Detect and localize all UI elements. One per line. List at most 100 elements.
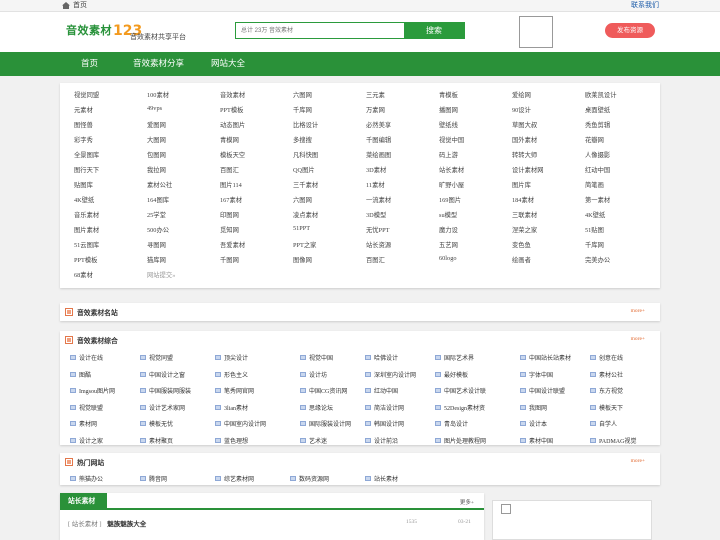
directory-link[interactable]: 百图汇 (220, 165, 239, 174)
home-link[interactable]: 首页 (62, 0, 87, 11)
directory-link[interactable]: 桌面壁纸 (585, 105, 610, 114)
directory-link[interactable]: 千库网 (293, 105, 312, 114)
directory-link[interactable]: 千图网 (220, 255, 239, 264)
site-link[interactable]: 自学人 (590, 419, 617, 428)
directory-link[interactable]: 大图网 (147, 135, 166, 144)
directory-link[interactable]: 转转大师 (512, 150, 537, 159)
hot-site-link[interactable]: 综艺素材网 (215, 474, 254, 483)
directory-link[interactable]: 164图库 (147, 195, 169, 204)
site-link[interactable]: 中国站长站素材 (520, 353, 571, 362)
directory-link[interactable]: 爱绘网 (512, 90, 531, 99)
directory-link[interactable]: 90设计 (512, 105, 531, 114)
directory-link[interactable]: 三元素 (366, 90, 385, 99)
directory-link[interactable]: 图像网 (293, 255, 312, 264)
site-link[interactable]: 中国艺术设计联 (435, 386, 486, 395)
directory-link[interactable]: 100素材 (147, 90, 169, 99)
site-link[interactable]: 视觉同盟 (140, 353, 173, 362)
site-link[interactable]: 最好模板 (435, 370, 468, 379)
hot-site-link[interactable]: 熊猫办公 (70, 474, 103, 483)
directory-link[interactable]: 51PPT (293, 225, 310, 232)
directory-link[interactable]: 多搜搜 (293, 135, 312, 144)
directory-link[interactable]: su模型 (439, 210, 457, 219)
site-link[interactable]: 视觉联盟 (70, 403, 103, 412)
site-link[interactable]: 设计艺术家网 (140, 403, 185, 412)
directory-link[interactable]: 素材公社 (147, 180, 172, 189)
site-link[interactable]: 国际艺术界 (435, 353, 474, 362)
directory-link[interactable]: 猫库网 (147, 255, 166, 264)
site-link[interactable]: 素材聚页 (140, 436, 173, 445)
directory-link[interactable]: 绘画者 (512, 255, 531, 264)
directory-link[interactable]: PPT之家 (293, 240, 316, 249)
site-link[interactable]: Imgsou图片网 (70, 386, 115, 395)
site-link[interactable]: 中国设计之窗 (140, 370, 185, 379)
directory-link[interactable]: 五艺网 (439, 240, 458, 249)
site-link[interactable]: 中国CG资讯网 (300, 386, 347, 395)
directory-link[interactable]: 3D素材 (366, 165, 386, 174)
directory-link[interactable]: 图片库 (512, 180, 531, 189)
directory-link[interactable]: 4K壁纸 (74, 195, 94, 204)
site-link[interactable]: 设计之家 (70, 436, 103, 445)
site-link[interactable]: 我图网 (520, 403, 547, 412)
directory-link[interactable]: 贴图库 (74, 180, 93, 189)
webmaster-more-link[interactable]: 更多+ (460, 498, 474, 506)
directory-link[interactable]: 觅知网 (220, 225, 239, 234)
site-link[interactable]: 青岛设计 (435, 419, 468, 428)
site-link[interactable]: 设计本 (520, 419, 547, 428)
directory-link[interactable]: 万素网 (366, 105, 385, 114)
directory-link[interactable]: 一流素材 (366, 195, 391, 204)
site-link[interactable]: 字体中国 (520, 370, 553, 379)
directory-link[interactable]: 魔力设 (439, 225, 458, 234)
directory-link[interactable]: 模板天空 (220, 150, 245, 159)
site-link[interactable]: 设计坊 (300, 370, 327, 379)
directory-link[interactable]: 49vps (147, 105, 162, 112)
directory-link[interactable]: 六图网 (293, 90, 312, 99)
directory-link[interactable]: 4K壁纸 (585, 210, 605, 219)
site-link[interactable]: 图片处理教程网 (435, 436, 486, 445)
site-link[interactable]: 设计在线 (70, 353, 103, 362)
site-link[interactable]: 东方视觉 (590, 386, 623, 395)
directory-link[interactable]: 我拉网 (147, 165, 166, 174)
search-input[interactable] (236, 23, 404, 38)
directory-link[interactable]: 音乐素材 (74, 210, 99, 219)
directory-link[interactable]: 简笔画 (585, 180, 604, 189)
directory-link[interactable]: 169图片 (439, 195, 461, 204)
directory-link[interactable]: 动态图片 (220, 120, 245, 129)
site-link[interactable]: 模板天下 (590, 403, 623, 412)
directory-link[interactable]: 60logo (439, 255, 457, 262)
directory-link[interactable]: 三联素材 (512, 210, 537, 219)
directory-link[interactable]: 元素材 (74, 105, 93, 114)
directory-link[interactable]: 比格设计 (293, 120, 318, 129)
directory-link[interactable]: 码上游 (439, 150, 458, 159)
directory-link[interactable]: 图行天下 (74, 165, 99, 174)
famous-sites-more-link[interactable]: more+ (631, 308, 645, 314)
directory-link[interactable]: 草图大叔 (512, 120, 537, 129)
site-link[interactable]: 形色主义 (215, 370, 248, 379)
directory-link[interactable]: 壁纸线 (439, 120, 458, 129)
directory-link[interactable]: 必然美享 (366, 120, 391, 129)
hot-sites-more-link[interactable]: more+ (631, 458, 645, 464)
directory-link[interactable]: 设计素材网 (512, 165, 543, 174)
directory-link[interactable]: 三千素材 (293, 180, 318, 189)
directory-link[interactable]: 11素材 (366, 180, 385, 189)
site-link[interactable]: 模板无忧 (140, 419, 173, 428)
directory-link[interactable]: 25学堂 (147, 210, 166, 219)
directory-link[interactable]: 视觉中国 (439, 135, 464, 144)
directory-link[interactable]: 站长资源 (366, 240, 391, 249)
directory-link[interactable]: 吾爱素材 (220, 240, 245, 249)
directory-link[interactable]: PPT模板 (74, 255, 97, 264)
site-link[interactable]: 视觉中国 (300, 353, 333, 362)
directory-link[interactable]: 第一素材 (585, 195, 610, 204)
site-link[interactable]: 笔秀网官网 (215, 386, 254, 395)
directory-link[interactable]: 图片素材 (74, 225, 99, 234)
directory-link[interactable]: 包图网 (147, 150, 166, 159)
search-button[interactable]: 搜索 (404, 23, 464, 38)
site-link[interactable]: 韩国设计网 (365, 419, 404, 428)
site-link[interactable]: 红动中国 (365, 386, 398, 395)
site-link[interactable]: 哈佛设计 (365, 353, 398, 362)
directory-link[interactable]: 秃鱼剪辑 (585, 120, 610, 129)
directory-link[interactable]: 凌点素材 (293, 210, 318, 219)
directory-link[interactable]: 网站提交» (147, 270, 175, 279)
directory-link[interactable]: 500办公 (147, 225, 169, 234)
directory-link[interactable]: 寻图网 (147, 240, 166, 249)
site-link[interactable]: 顶尖设计 (215, 353, 248, 362)
